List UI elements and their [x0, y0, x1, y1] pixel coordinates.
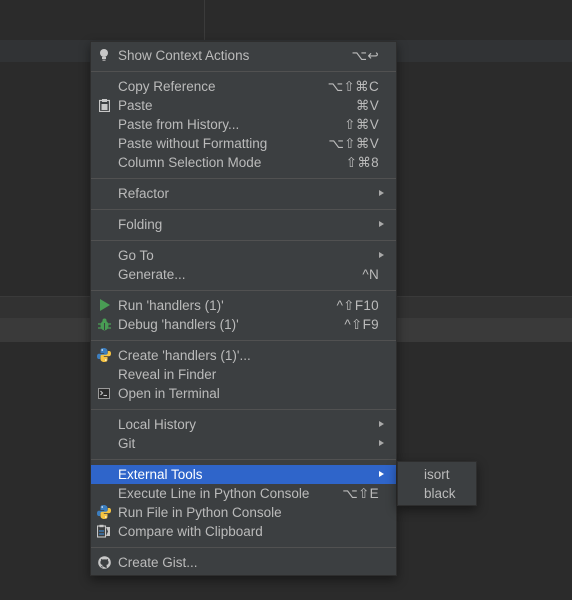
menu-item-create-gist[interactable]: Create Gist... — [91, 553, 396, 572]
menu-item-git[interactable]: Git — [91, 434, 396, 453]
clipboard-icon — [97, 98, 111, 112]
menu-item-label: Show Context Actions — [118, 48, 250, 63]
menu-item-folding[interactable]: Folding — [91, 215, 396, 234]
menu-item-generate[interactable]: Generate... ^N — [91, 265, 396, 284]
python-icon — [97, 348, 111, 362]
menu-item-refactor[interactable]: Refactor — [91, 184, 396, 203]
menu-item-shortcut: ⌘V — [355, 97, 379, 113]
menu-item-label: Compare with Clipboard — [118, 524, 263, 539]
menu-separator — [91, 209, 396, 210]
menu-item-external-tools[interactable]: External Tools — [91, 465, 396, 484]
menu-separator — [91, 71, 396, 72]
submenu-item-black[interactable]: black — [398, 484, 476, 503]
menu-item-shortcut: ^⇧F10 — [336, 297, 379, 313]
editor-guide-line — [204, 0, 205, 40]
submenu-arrow-icon — [379, 221, 384, 227]
menu-separator — [91, 290, 396, 291]
menu-item-shortcut: ^⇧F9 — [344, 316, 379, 332]
run-icon — [97, 298, 111, 312]
menu-item-label: Git — [118, 436, 136, 451]
menu-item-execute-line-in-python-console[interactable]: Execute Line in Python Console ⌥⇧E — [91, 484, 396, 503]
menu-item-shortcut: ⇧⌘V — [344, 116, 379, 132]
github-icon — [97, 555, 111, 569]
menu-item-label: Local History — [118, 417, 197, 432]
menu-item-shortcut: ⌥⇧E — [342, 485, 379, 501]
context-menu: Show Context Actions ⌥↩ Copy Reference ⌥… — [90, 41, 397, 576]
menu-item-label: Column Selection Mode — [118, 155, 262, 170]
menu-item-label: Generate... — [118, 267, 186, 282]
menu-item-label: External Tools — [118, 467, 203, 482]
menu-item-shortcut: ^N — [362, 267, 379, 282]
menu-item-label: Create 'handlers (1)'... — [118, 348, 251, 363]
submenu-item-label: black — [424, 486, 456, 501]
menu-item-label: Execute Line in Python Console — [118, 486, 310, 501]
terminal-icon — [97, 386, 111, 400]
menu-separator — [91, 240, 396, 241]
menu-separator — [91, 459, 396, 460]
submenu-item-label: isort — [424, 467, 450, 482]
menu-item-label: Run File in Python Console — [118, 505, 282, 520]
menu-item-label: Go To — [118, 248, 154, 263]
menu-item-label: Open in Terminal — [118, 386, 220, 401]
submenu-arrow-icon — [379, 252, 384, 258]
menu-item-copy-reference[interactable]: Copy Reference ⌥⇧⌘C — [91, 77, 396, 96]
menu-item-show-context-actions[interactable]: Show Context Actions ⌥↩ — [91, 46, 396, 65]
debug-icon — [97, 317, 111, 331]
submenu-arrow-icon — [379, 421, 384, 427]
menu-item-paste-without-formatting[interactable]: Paste without Formatting ⌥⇧⌘V — [91, 134, 396, 153]
compare-icon — [97, 524, 111, 538]
menu-item-local-history[interactable]: Local History — [91, 415, 396, 434]
menu-item-label: Copy Reference — [118, 79, 216, 94]
python-icon — [97, 505, 111, 519]
menu-item-label: Run 'handlers (1)' — [118, 298, 224, 313]
menu-item-go-to[interactable]: Go To — [91, 246, 396, 265]
bulb-icon — [97, 48, 111, 62]
menu-item-label: Debug 'handlers (1)' — [118, 317, 239, 332]
menu-item-create-configuration[interactable]: Create 'handlers (1)'... — [91, 346, 396, 365]
submenu-item-isort[interactable]: isort — [398, 465, 476, 484]
menu-item-run[interactable]: Run 'handlers (1)' ^⇧F10 — [91, 296, 396, 315]
menu-separator — [91, 547, 396, 548]
submenu-arrow-icon — [379, 440, 384, 446]
external-tools-submenu: isort black — [397, 461, 477, 506]
menu-item-label: Refactor — [118, 186, 170, 201]
menu-separator — [91, 409, 396, 410]
submenu-arrow-icon — [379, 471, 384, 477]
menu-item-shortcut: ⌥⇧⌘C — [327, 78, 379, 94]
menu-separator — [91, 340, 396, 341]
menu-item-label: Folding — [118, 217, 163, 232]
menu-item-paste[interactable]: Paste ⌘V — [91, 96, 396, 115]
menu-item-open-in-terminal[interactable]: Open in Terminal — [91, 384, 396, 403]
menu-item-reveal-in-finder[interactable]: Reveal in Finder — [91, 365, 396, 384]
submenu-arrow-icon — [379, 190, 384, 196]
menu-item-debug[interactable]: Debug 'handlers (1)' ^⇧F9 — [91, 315, 396, 334]
menu-item-run-file-in-python-console[interactable]: Run File in Python Console — [91, 503, 396, 522]
menu-item-label: Create Gist... — [118, 555, 198, 570]
menu-item-label: Paste — [118, 98, 153, 113]
menu-item-shortcut: ⌥↩ — [351, 47, 379, 63]
menu-item-column-selection-mode[interactable]: Column Selection Mode ⇧⌘8 — [91, 153, 396, 172]
menu-item-paste-from-history[interactable]: Paste from History... ⇧⌘V — [91, 115, 396, 134]
menu-item-label: Reveal in Finder — [118, 367, 217, 382]
menu-item-shortcut: ⌥⇧⌘V — [328, 135, 379, 151]
menu-item-shortcut: ⇧⌘8 — [345, 154, 379, 170]
menu-item-label: Paste without Formatting — [118, 136, 268, 151]
menu-item-label: Paste from History... — [118, 117, 240, 132]
menu-item-compare-with-clipboard[interactable]: Compare with Clipboard — [91, 522, 396, 541]
menu-separator — [91, 178, 396, 179]
